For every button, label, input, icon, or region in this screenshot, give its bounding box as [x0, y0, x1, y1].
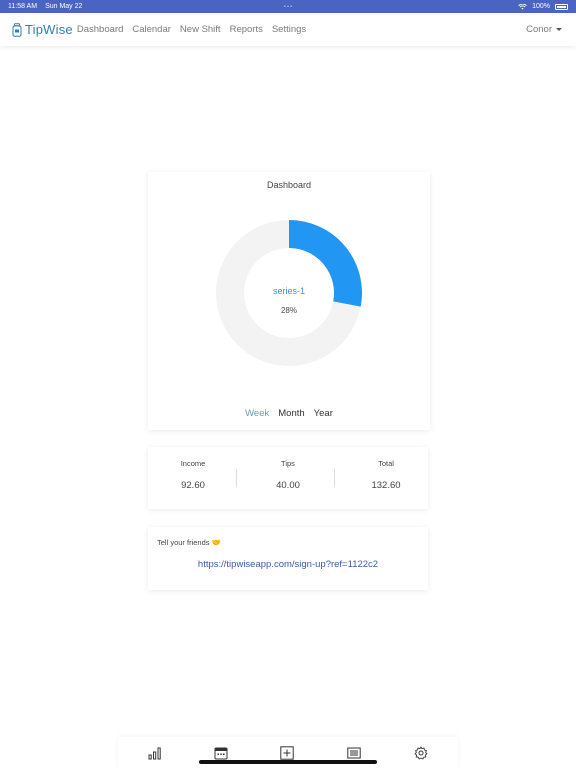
nav-reports[interactable]: Reports	[230, 24, 263, 35]
tab-week[interactable]: Week	[245, 408, 269, 419]
user-menu[interactable]: Conor	[526, 24, 562, 35]
list-icon[interactable]	[347, 746, 361, 760]
tips-label: Tips	[281, 459, 295, 468]
income-value: 92.60	[181, 480, 205, 491]
share-card: Tell your friends 🤝 https://tipwiseapp.c…	[148, 527, 428, 590]
stats-card: Income 92.60 Tips 40.00 Total 132.60	[148, 447, 428, 509]
nav-settings[interactable]: Settings	[272, 24, 306, 35]
bar-chart-icon[interactable]	[148, 746, 162, 760]
total-value: 132.60	[371, 480, 401, 491]
status-bar: 11:58 AM Sun May 22 • • • 100%	[0, 0, 576, 13]
nav-dashboard[interactable]: Dashboard	[77, 24, 123, 35]
stat-divider	[334, 469, 335, 487]
dashboard-card: Dashboard series-1 28% Week Month Year	[148, 172, 430, 430]
nav-links: Dashboard Calendar New Shift Reports Set…	[77, 24, 306, 35]
stat-tips: Tips 40.00	[243, 459, 333, 491]
series-label: series-1	[272, 286, 305, 296]
total-label: Total	[378, 459, 394, 468]
period-tabs: Week Month Year	[148, 408, 430, 419]
status-dots: • • •	[283, 3, 293, 10]
battery-icon	[555, 3, 568, 10]
stat-divider	[236, 469, 237, 487]
user-name: Conor	[526, 24, 552, 35]
tips-value: 40.00	[276, 480, 300, 491]
brand-logo[interactable]: TipWise	[12, 22, 73, 37]
tip-jar-icon	[12, 22, 22, 37]
dashboard-title: Dashboard	[266, 180, 312, 190]
share-title: Tell your friends 🤝	[157, 538, 221, 547]
brand-name: TipWise	[25, 22, 73, 37]
gear-icon[interactable]	[414, 746, 428, 760]
series-percent: 28%	[280, 306, 297, 315]
referral-link[interactable]: https://tipwiseapp.com/sign-up?ref=1122c…	[148, 559, 428, 570]
add-shift-icon[interactable]	[280, 746, 294, 760]
caret-down-icon	[556, 28, 562, 31]
calendar-icon[interactable]	[214, 746, 228, 760]
home-indicator	[199, 760, 377, 764]
tab-month[interactable]: Month	[278, 408, 304, 419]
tab-year[interactable]: Year	[314, 408, 333, 419]
navbar: TipWise Dashboard Calendar New Shift Rep…	[0, 13, 576, 46]
stat-total: Total 132.60	[341, 459, 431, 491]
nav-new-shift[interactable]: New Shift	[180, 24, 221, 35]
stat-income: Income 92.60	[148, 459, 238, 491]
income-label: Income	[180, 459, 206, 468]
nav-calendar[interactable]: Calendar	[132, 24, 171, 35]
